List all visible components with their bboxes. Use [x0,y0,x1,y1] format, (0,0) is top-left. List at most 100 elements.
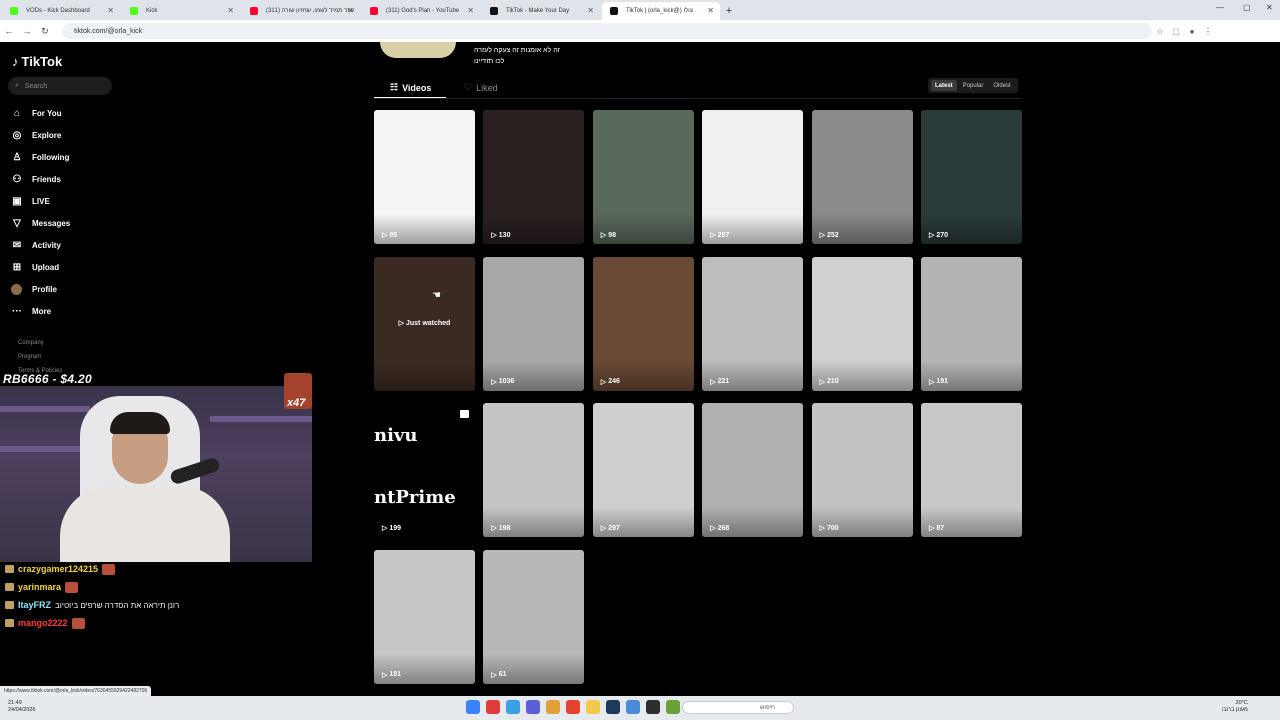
video-card[interactable]: ▷ 98 [592,110,694,244]
video-card[interactable]: ▷ 198 [483,403,585,537]
sidebar-item-live[interactable]: ▣ LIVE [10,190,120,212]
view-count: ▷ 270 [929,231,948,240]
sidebar-item-explore[interactable]: ◎ Explore [10,124,120,146]
menu-icon[interactable]: ⋮ [1200,23,1216,39]
app-icon[interactable] [506,700,520,714]
view-count-value: 87 [936,524,945,532]
tab-liked[interactable]: ♡ Liked [464,78,498,97]
close-window-button[interactable]: ✕ [1266,3,1273,12]
footer-link[interactable]: Company [18,336,62,350]
expand-icon[interactable] [460,410,469,418]
video-card[interactable]: ▷ 87 [921,403,1022,537]
tiktok-logo[interactable]: ♪ TikTok [12,54,62,69]
active-tab-indicator [374,97,446,98]
sidebar-item-for-you[interactable]: ⌂ For You [10,102,120,124]
app-icon[interactable] [586,700,600,714]
app-icon[interactable] [566,700,580,714]
minimize-button[interactable]: — [1216,3,1224,12]
sidebar-item-messages[interactable]: ▽ Messages [10,212,120,234]
video-card[interactable]: ▷ 95 [374,110,475,244]
profile-avatar[interactable] [380,42,456,58]
new-tab-icon[interactable]: + [720,2,738,20]
play-icon: ▷ [600,378,607,386]
sort-latest[interactable]: Latest [931,80,957,91]
sidebar-item-profile[interactable]: Profile [10,278,120,300]
play-icon: ▷ [929,525,935,532]
view-count: ▷ 700 [819,524,839,533]
tab-label: TikTok - Make Your Day [506,8,570,14]
video-card[interactable]: ▷ 181 [374,549,475,684]
thumbnail-text: nivu [374,425,418,446]
app-icon[interactable] [626,700,640,714]
browser-tab[interactable]: (311) עוזר תמיד לשמו, שחזיון שורה ✕ [242,2,360,20]
view-count: ▷ 1036 [491,378,514,386]
video-card[interactable]: ▷ 252 [811,110,913,244]
browser-tab[interactable]: Kick ✕ [122,2,240,20]
view-count-value: 210 [826,378,839,385]
video-card[interactable]: ▷ 61 [483,549,585,684]
app-icon[interactable] [546,700,560,714]
view-count: ▷ 268 [710,524,729,533]
app-icon[interactable] [606,700,620,714]
tab-close-icon[interactable]: ✕ [107,6,114,15]
tab-close-icon[interactable]: ✕ [587,6,594,15]
app-icon[interactable] [646,700,660,714]
browser-tab[interactable]: TikTok - Make Your Day ✕ [482,2,600,20]
video-card[interactable]: nivu ntPrime ▷ 199 [374,403,475,537]
taskbar-search[interactable]: חיפוש [682,701,794,714]
app-icon[interactable] [526,700,540,714]
forward-icon[interactable]: → [18,22,36,40]
app-icon[interactable] [466,700,480,714]
sort-popular[interactable]: Popular [959,80,988,91]
tab-close-icon[interactable]: ✕ [707,6,714,15]
sort-oldest[interactable]: Oldest [989,80,1014,91]
tab-close-icon[interactable]: ✕ [467,6,474,15]
play-icon: ▷ [600,525,607,532]
sidebar-item-more[interactable]: ··· More [10,300,120,322]
tab-label: (311) God's Plan - YouTube [386,8,460,14]
bookmark-star-icon[interactable]: ☆ [1152,23,1168,39]
url-field[interactable]: tiktok.com/@orla_kick [62,23,1152,39]
reload-icon[interactable]: ↻ [36,22,54,40]
view-count: ▷ 199 [382,524,401,533]
profile-icon[interactable]: ● [1184,23,1200,39]
sidebar-item-friends[interactable]: ⚇ Friends [10,168,120,190]
taskbar-weather[interactable]: 20°C מעונן ברובו [1222,700,1248,714]
search-input[interactable]: ⌕ Search [8,77,112,95]
video-card[interactable]: ▷ 191 [921,256,1022,391]
video-card[interactable]: ▷ 297 [592,403,694,537]
video-card[interactable]: ▷ 297 [702,110,804,244]
footer-link[interactable]: Program [18,350,62,364]
video-card[interactable]: ▷ 130 [483,110,585,244]
video-card[interactable]: ▷ 221 [702,256,804,391]
sidebar-item-following[interactable]: ♙ Following [10,146,120,168]
browser-tab[interactable]: (311) God's Plan - YouTube ✕ [362,2,480,20]
video-card[interactable]: ▷ 270 [921,110,1022,244]
video-card[interactable]: ▷ Just watched [374,256,475,391]
view-count-value: 297 [717,231,730,239]
video-card[interactable]: ▷ 1036 [483,256,585,391]
view-count-value: 252 [826,231,839,239]
maximize-button[interactable]: ▢ [1243,3,1251,12]
play-icon: ▷ [491,378,497,386]
sidebar-item-upload[interactable]: ⊞ Upload [10,256,120,278]
status-url: https://www.tiktok.com/@orla_kick/video/… [0,686,152,696]
view-count-value: 191 [936,378,949,385]
browser-tab[interactable]: TikTok | (orla_kick@) צולו ✕ [602,2,720,20]
taskbar-clock[interactable]: 21:49 24/04/2026 [8,700,36,714]
video-card[interactable]: ▷ 210 [811,256,913,391]
tab-videos[interactable]: ☷ Videos [390,78,431,97]
view-count: ▷ 252 [820,231,839,240]
browser-tab[interactable]: VODs - Kick Dashboard ✕ [2,2,120,20]
tab-close-icon[interactable]: ✕ [227,6,234,15]
app-icon[interactable] [486,700,500,714]
video-card[interactable]: ▷ 268 [702,403,804,537]
video-card[interactable]: ▷ 700 [811,403,913,537]
play-icon: ▷ [819,525,825,532]
extensions-icon[interactable]: ⬚ [1168,23,1184,39]
back-icon[interactable]: ← [0,22,18,40]
app-icon[interactable] [666,700,680,714]
tab-close-icon[interactable]: ✕ [347,6,354,15]
sidebar-item-activity[interactable]: ✉ Activity [10,234,120,256]
video-card[interactable]: ▷ 246 [592,256,694,391]
